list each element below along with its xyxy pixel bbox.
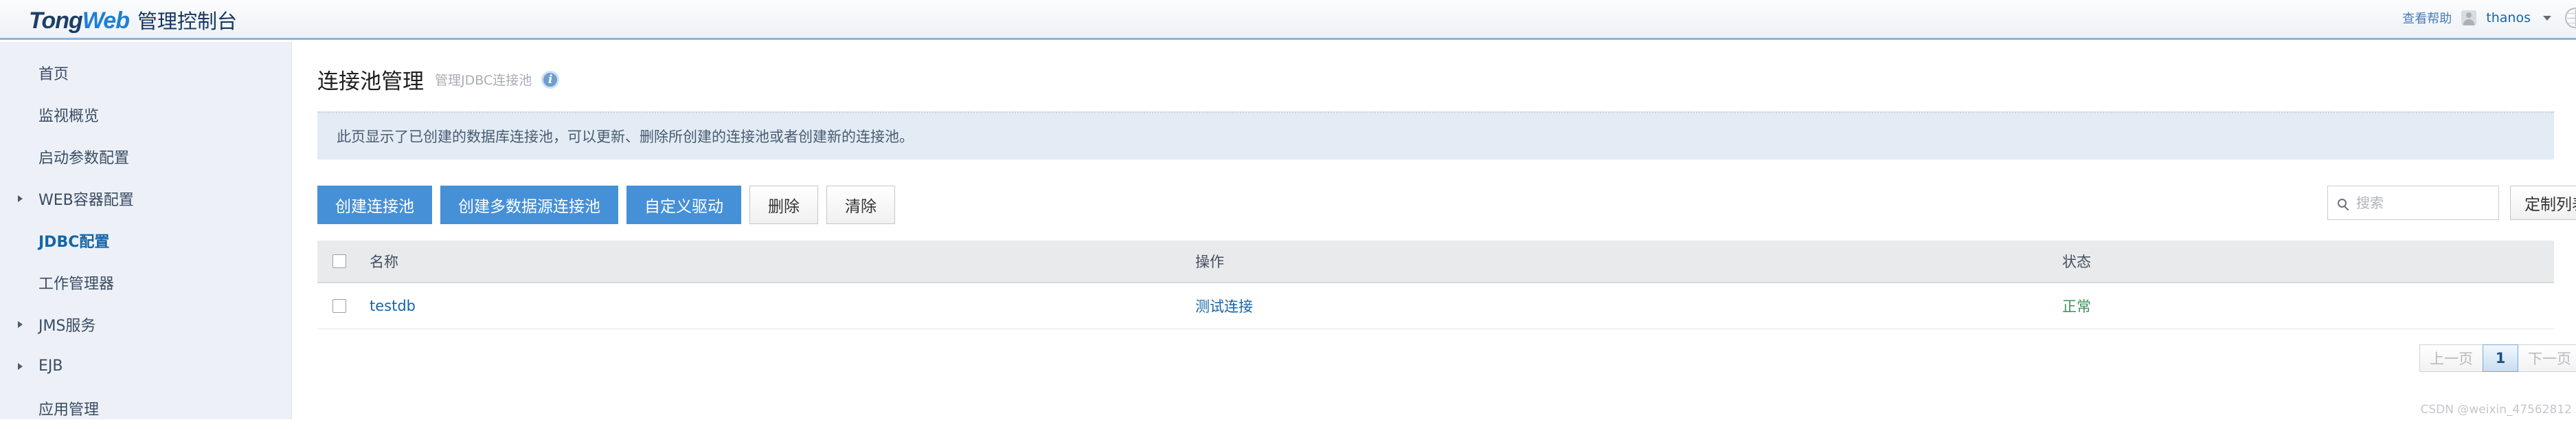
sidebar-item-web-container[interactable]: WEB容器配置	[0, 177, 291, 219]
header-right-controls: 查看帮助 thanos	[2402, 8, 2576, 28]
table-body: testdb 测试连接 正常	[317, 283, 2554, 329]
pagination-prev-button[interactable]: 上一页	[2419, 344, 2483, 372]
sidebar-item-label: WEB容器配置	[38, 191, 134, 209]
avatar	[2461, 10, 2477, 25]
row-action-cell: 测试连接	[1195, 283, 2061, 329]
brand-logo: Tong Web 管理控制台	[29, 6, 237, 34]
chevron-right-icon	[18, 362, 23, 370]
table-toolbar: 创建连接池 创建多数据源连接池 自定义驱动 删除 清除 定制列表	[317, 186, 2576, 224]
column-header-name: 名称	[369, 241, 1195, 283]
sidebar-item-label: EJB	[38, 358, 63, 375]
sidebar-item-home[interactable]: 首页	[0, 52, 291, 94]
user-name-label[interactable]: thanos	[2486, 10, 2531, 25]
notice-banner: 此页显示了已创建的数据库连接池，可以更新、删除所创建的连接池或者创建新的连接池。	[317, 111, 2554, 160]
brand-logo-web: Web	[82, 8, 130, 34]
brand-logo-tong: Tong	[29, 8, 83, 34]
sidebar-item-label: 工作管理器	[38, 275, 115, 293]
page-subtitle: 管理JDBC连接池	[435, 73, 532, 88]
info-icon[interactable]: i	[541, 70, 560, 89]
sidebar-item-label: 监视概览	[38, 107, 100, 125]
sidebar-item-label: JDBC配置	[38, 233, 110, 251]
chevron-right-icon	[18, 320, 23, 328]
select-all-checkbox[interactable]	[332, 254, 346, 268]
connection-pool-table: 名称 操作 状态 testdb 测试连接 正常	[317, 241, 2554, 329]
column-header-status: 状态	[2061, 241, 2554, 283]
page-header: 连接池管理 管理JDBC连接池 i	[293, 42, 2576, 95]
status-badge: 正常	[2062, 298, 2091, 315]
sidebar-item-app-management[interactable]: 应用管理	[0, 387, 291, 429]
table-header: 名称 操作 状态	[317, 241, 2554, 283]
pagination-page-1[interactable]: 1	[2483, 344, 2518, 372]
table-header-row: 名称 操作 状态	[317, 241, 2554, 283]
create-multi-datasource-pool-button[interactable]: 创建多数据源连接池	[440, 186, 618, 224]
sidebar-item-startup-params[interactable]: 启动参数配置	[0, 135, 291, 177]
sidebar-item-jdbc-config[interactable]: JDBC配置	[0, 219, 291, 261]
create-pool-button[interactable]: 创建连接池	[317, 186, 432, 224]
delete-button[interactable]: 删除	[749, 186, 818, 224]
app-header: Tong Web 管理控制台 查看帮助 thanos	[0, 0, 2576, 40]
custom-driver-button[interactable]: 自定义驱动	[626, 186, 741, 224]
chevron-right-icon	[18, 195, 23, 202]
table-row: testdb 测试连接 正常	[317, 283, 2554, 329]
sidebar: 首页 监视概览 启动参数配置 WEB容器配置 JDBC配置 工作管理器 JMS服…	[0, 42, 292, 419]
sidebar-item-work-manager[interactable]: 工作管理器	[0, 261, 291, 303]
pagination-next-button[interactable]: 下一页	[2518, 344, 2576, 372]
page-title: 连接池管理	[317, 69, 424, 94]
watermark: CSDN @weixin_47562812	[2420, 403, 2572, 417]
help-link[interactable]: 查看帮助	[2402, 9, 2452, 27]
pagination: 上一页 1 下一页	[317, 344, 2576, 372]
clear-button[interactable]: 清除	[826, 186, 895, 224]
search-icon	[2338, 198, 2347, 208]
sidebar-item-ejb[interactable]: EJB	[0, 345, 291, 387]
row-select-cell	[317, 283, 369, 329]
row-status-cell: 正常	[2061, 283, 2554, 329]
customize-list-button[interactable]: 定制列表	[2510, 186, 2576, 220]
globe-icon[interactable]	[2565, 8, 2576, 28]
pool-name-link[interactable]: testdb	[370, 298, 416, 314]
sidebar-item-label: JMS服务	[38, 317, 96, 335]
test-connection-link[interactable]: 测试连接	[1195, 298, 1253, 315]
sidebar-item-label: 首页	[38, 65, 69, 83]
select-all-header	[317, 241, 369, 283]
column-header-action: 操作	[1195, 241, 2061, 283]
sidebar-item-jms-service[interactable]: JMS服务	[0, 303, 291, 345]
brand-subtitle: 管理控制台	[137, 10, 237, 33]
sidebar-item-label: 启动参数配置	[38, 149, 130, 167]
search-box[interactable]	[2327, 186, 2499, 220]
sidebar-item-label: 应用管理	[38, 401, 100, 419]
toolbar-right-group: 定制列表	[2327, 186, 2576, 220]
search-input[interactable]	[2355, 194, 2488, 212]
sidebar-item-monitor-overview[interactable]: 监视概览	[0, 94, 291, 135]
row-checkbox[interactable]	[332, 299, 346, 313]
chevron-down-icon[interactable]	[2543, 15, 2551, 21]
row-name-cell: testdb	[369, 283, 1195, 329]
connection-pool-table-wrapper: 名称 操作 状态 testdb 测试连接 正常 上一页 1 下一页	[317, 241, 2576, 372]
main-content: 连接池管理 管理JDBC连接池 i 此页显示了已创建的数据库连接池，可以更新、删…	[293, 42, 2576, 419]
